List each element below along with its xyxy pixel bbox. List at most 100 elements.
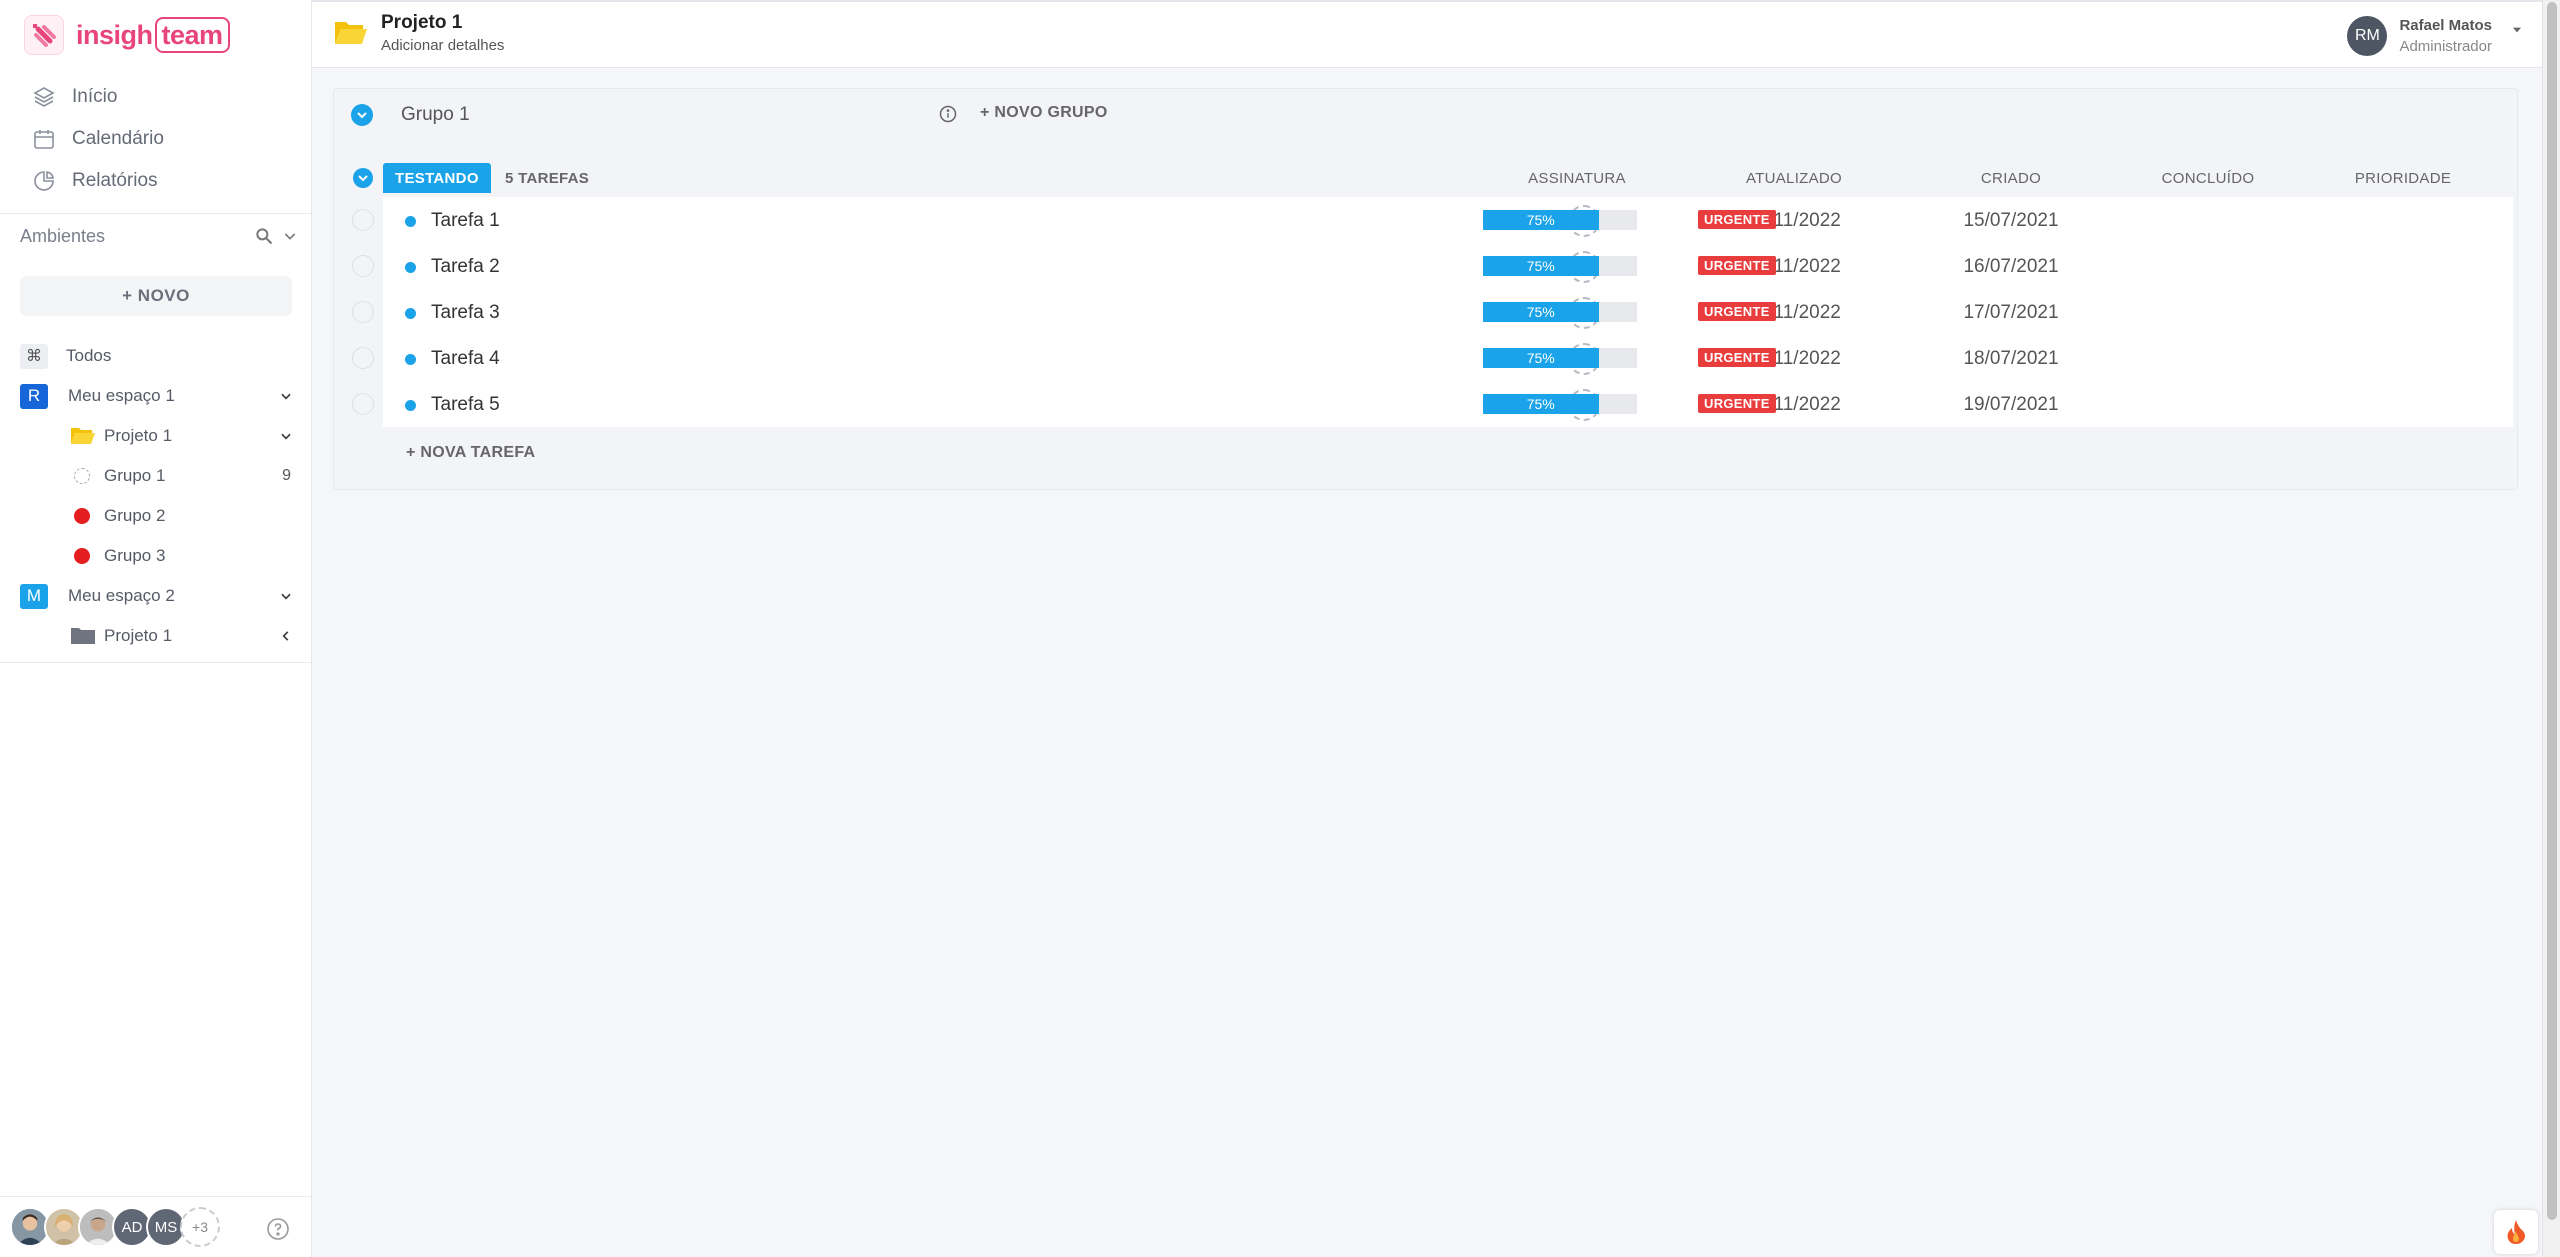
tree-item-label: Meu espaço 1: [68, 386, 175, 405]
main-nav: Início Calendário Relatórios: [0, 76, 311, 202]
divider: [0, 213, 311, 214]
user-info: Rafael Matos Administrador: [2399, 17, 2492, 55]
priority-badge[interactable]: URGENTE: [1698, 394, 1776, 413]
tree-item-project[interactable]: Projeto 1: [0, 416, 311, 456]
task-status-dot: [405, 216, 416, 227]
more-members-button[interactable]: +3: [180, 1207, 220, 1247]
scrollbar[interactable]: [2542, 0, 2560, 1257]
task-checkbox[interactable]: [352, 393, 374, 415]
info-icon[interactable]: [939, 105, 957, 123]
new-environment-button[interactable]: + NOVO: [20, 276, 292, 316]
chevron-left-icon[interactable]: [279, 629, 293, 643]
nav-item-inicio[interactable]: Início: [0, 76, 311, 118]
page-title: Projeto 1: [381, 12, 463, 33]
created-date: 15/07/2021: [1963, 210, 2059, 231]
task-name[interactable]: Tarefa 3: [431, 302, 500, 324]
task-row[interactable]: Tarefa 5 03/11/2022 19/07/2021 75% URGENTE: [352, 381, 2513, 427]
column-header-prioridade[interactable]: PRIORIDADE: [2355, 170, 2451, 187]
task-row[interactable]: Tarefa 4 03/11/2022 18/07/2021 75% URGENTE: [352, 335, 2513, 381]
column-header-criado[interactable]: CRIADO: [1981, 170, 2041, 187]
folder-icon: [71, 628, 95, 644]
tree-item-label: Meu espaço 2: [68, 586, 175, 605]
caret-down-icon[interactable]: [2510, 23, 2524, 37]
task-status-dot: [405, 354, 416, 365]
tree-item-group-2[interactable]: Grupo 2: [0, 496, 311, 536]
sidebar-footer: AD MS +3: [0, 1196, 311, 1257]
tree-item-group-1[interactable]: Grupo 1 9: [0, 456, 311, 496]
new-group-button[interactable]: + NOVO GRUPO: [980, 104, 1108, 122]
column-header-atualizado[interactable]: ATUALIZADO: [1746, 170, 1842, 187]
group-status-dot: [74, 508, 90, 524]
tree-item-project[interactable]: Projeto 1: [0, 616, 311, 656]
tree-item-label: Projeto 1: [104, 426, 173, 445]
add-details-link[interactable]: Adicionar detalhes: [381, 37, 504, 54]
folder-open-icon: [71, 428, 95, 444]
column-header-assinatura[interactable]: ASSINATURA: [1528, 170, 1626, 187]
group-name[interactable]: Grupo 1: [401, 104, 470, 126]
user-menu[interactable]: RM Rafael Matos Administrador: [2347, 16, 2524, 56]
task-status-dot: [405, 308, 416, 319]
divider: [0, 662, 311, 663]
tree-item-space-2[interactable]: M Meu espaço 2: [0, 576, 311, 616]
chevron-down-icon[interactable]: [279, 589, 293, 603]
scrollbar-thumb[interactable]: [2547, 2, 2557, 1220]
status-section-toggle[interactable]: [353, 168, 373, 188]
avatar: RM: [2347, 16, 2388, 56]
progress-bar[interactable]: 75%: [1483, 302, 1637, 322]
group-toggle[interactable]: [351, 104, 373, 126]
progress-bar[interactable]: 75%: [1483, 210, 1637, 230]
column-header-concluido[interactable]: CONCLUÍDO: [2162, 170, 2255, 187]
tree-item-label: Grupo 2: [104, 506, 166, 525]
chevron-down-icon[interactable]: [279, 389, 293, 403]
task-checkbox[interactable]: [352, 255, 374, 277]
progress-fill: 75%: [1483, 394, 1599, 414]
task-name[interactable]: Tarefa 1: [431, 210, 500, 232]
tree-item-space-1[interactable]: R Meu espaço 1: [0, 376, 311, 416]
status-badge[interactable]: TESTANDO: [383, 163, 491, 193]
team-avatars[interactable]: AD MS +3: [10, 1207, 220, 1247]
task-checkbox[interactable]: [352, 347, 374, 369]
user-name: Rafael Matos: [2399, 17, 2492, 34]
progress-bar[interactable]: 75%: [1483, 348, 1637, 368]
logo-text-left: insigh: [76, 19, 153, 50]
ambientes-header: Ambientes: [20, 222, 298, 250]
new-task-button[interactable]: + NOVA TAREFA: [406, 444, 535, 462]
progress-fill: 75%: [1483, 256, 1599, 276]
progress-bar[interactable]: 75%: [1483, 256, 1637, 276]
priority-badge[interactable]: URGENTE: [1698, 210, 1776, 229]
priority-badge[interactable]: URGENTE: [1698, 302, 1776, 321]
nav-item-relatorios[interactable]: Relatórios: [0, 160, 311, 202]
chevron-down-icon: [358, 175, 368, 182]
task-name[interactable]: Tarefa 5: [431, 394, 500, 416]
calendar-icon: [34, 130, 54, 149]
priority-badge[interactable]: URGENTE: [1698, 256, 1776, 275]
task-status-dot: [405, 262, 416, 273]
chevron-down-icon[interactable]: [279, 429, 293, 443]
created-date: 18/07/2021: [1963, 348, 2059, 369]
priority-badge[interactable]: URGENTE: [1698, 348, 1776, 367]
task-row[interactable]: Tarefa 2 03/11/2022 16/07/2021 75% URGENTE: [352, 243, 2513, 289]
progress-bar[interactable]: 75%: [1483, 394, 1637, 414]
tree-item-group-3[interactable]: Grupo 3: [0, 536, 311, 576]
task-checkbox[interactable]: [352, 209, 374, 231]
nav-item-label: Relatórios: [72, 170, 158, 191]
task-list: Tarefa 1 03/11/2022 15/07/2021 75% URGENTE Ta…: [352, 197, 2513, 427]
fire-button[interactable]: [2494, 1210, 2538, 1254]
folder-open-icon: [335, 22, 367, 44]
task-checkbox[interactable]: [352, 301, 374, 323]
tree-item-todos[interactable]: ⌘ Todos: [0, 336, 311, 376]
tree-item-label: Grupo 3: [104, 546, 166, 565]
nav-item-calendario[interactable]: Calendário: [0, 118, 311, 160]
task-row[interactable]: Tarefa 3 03/11/2022 17/07/2021 75% URGENTE: [352, 289, 2513, 335]
search-icon[interactable]: [254, 226, 274, 246]
layers-icon: [33, 87, 55, 107]
logo-text: insigh team: [76, 17, 230, 53]
help-icon[interactable]: [266, 1217, 290, 1241]
task-row[interactable]: Tarefa 1 03/11/2022 15/07/2021 75% URGENTE: [352, 197, 2513, 243]
task-name[interactable]: Tarefa 2: [431, 256, 500, 278]
environment-tree: ⌘ Todos R Meu espaço 1 Projeto 1 Grupo 1…: [0, 336, 311, 663]
flame-icon: [2507, 1220, 2525, 1244]
chevron-down-icon[interactable]: [282, 228, 298, 244]
logo[interactable]: insigh team: [24, 14, 230, 56]
task-name[interactable]: Tarefa 4: [431, 348, 500, 370]
